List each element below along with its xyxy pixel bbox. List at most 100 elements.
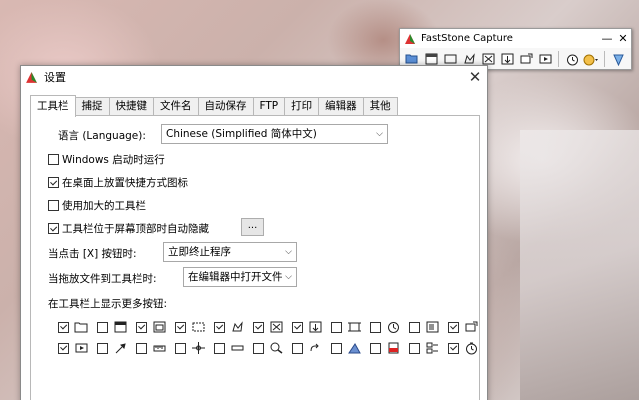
dialog-close-button[interactable]: ✕	[463, 68, 487, 86]
dialog-titlebar[interactable]: 设置 ✕	[21, 66, 487, 88]
list-item[interactable]	[97, 340, 136, 356]
tab-ftp[interactable]: FTP	[252, 97, 286, 116]
checkbox[interactable]	[292, 321, 303, 333]
tab-other[interactable]: 其他	[362, 97, 398, 116]
checkbox[interactable]	[48, 223, 59, 234]
timer-icon[interactable]	[564, 51, 580, 67]
checkbox[interactable]	[214, 321, 225, 333]
list-item[interactable]	[214, 319, 253, 335]
checkbox[interactable]	[175, 342, 186, 354]
checkbox[interactable]	[331, 342, 342, 354]
option-row[interactable]: 工具栏位于屏幕顶部时自动隐藏	[48, 221, 209, 236]
checkbox[interactable]	[214, 342, 225, 354]
list-item[interactable]	[136, 340, 175, 356]
color-picker-icon	[112, 341, 128, 355]
drag-drop-label: 当拖放文件到工具栏时:	[48, 273, 157, 285]
more-buttons-label: 在工具栏上显示更多按钮:	[48, 298, 168, 310]
settings-icon[interactable]	[610, 51, 626, 67]
click-x-select[interactable]: 立即终止程序 ⌵	[163, 242, 297, 262]
checkbox[interactable]	[58, 321, 69, 333]
checkbox[interactable]	[58, 342, 69, 354]
language-select[interactable]: Chinese (Simplified 简体中文) ⌵	[161, 124, 388, 144]
list-item[interactable]	[292, 340, 331, 356]
checkbox[interactable]	[136, 321, 147, 333]
checkbox[interactable]	[292, 342, 303, 354]
autohide-options-button[interactable]: ...	[241, 218, 264, 236]
checkbox[interactable]	[48, 154, 59, 165]
dialog-title: 设置	[44, 71, 66, 84]
list-item[interactable]	[331, 340, 370, 356]
language-label: 语言 (Language):	[58, 130, 146, 142]
click-x-label: 当点击 [X] 按钮时:	[48, 248, 137, 260]
checkbox[interactable]	[331, 321, 342, 333]
tab-hotkeys[interactable]: 快捷键	[108, 97, 154, 116]
chevron-down-icon: ⌵	[285, 272, 292, 282]
toolbar-titlebar[interactable]: FastStone Capture — ✕	[400, 29, 631, 48]
list-item[interactable]	[97, 319, 136, 335]
drag-drop-select[interactable]: 在编辑器中打开文件 ⌵	[183, 267, 297, 287]
list-item[interactable]	[253, 340, 292, 356]
checkbox[interactable]	[253, 342, 264, 354]
option-label: 使用加大的工具栏	[62, 200, 146, 212]
tab-autosave[interactable]: 自动保存	[197, 97, 254, 116]
click-x-row: 当点击 [X] 按钮时:	[48, 246, 137, 261]
option-row[interactable]: 在桌面上放置快捷方式图标	[48, 175, 188, 190]
list-item[interactable]	[58, 319, 97, 335]
list-item[interactable]	[58, 340, 97, 356]
list-item[interactable]	[331, 319, 370, 335]
faststone-logo-icon	[26, 71, 37, 83]
list-item[interactable]	[175, 319, 214, 335]
fixed-region-icon	[346, 320, 362, 334]
capture-video-icon[interactable]	[537, 51, 553, 67]
option-label: Windows 启动时运行	[62, 154, 165, 166]
list-item[interactable]	[448, 319, 487, 335]
tab-bar: 工具栏 捕捉 快捷键 文件名 自动保存 FTP 打印 编辑器 其他	[30, 95, 398, 117]
checkbox[interactable]	[253, 321, 264, 333]
clock-icon	[385, 320, 401, 334]
window-icon	[112, 320, 128, 334]
checkbox[interactable]	[370, 321, 381, 333]
list-item[interactable]	[409, 340, 448, 356]
object-icon	[151, 320, 167, 334]
tab-filename[interactable]: 文件名	[153, 97, 199, 116]
close-button[interactable]: ✕	[615, 32, 631, 45]
checkbox[interactable]	[48, 177, 59, 188]
chevron-down-icon: ⌵	[376, 129, 383, 139]
list-item[interactable]	[253, 319, 292, 335]
option-row[interactable]: Windows 启动时运行	[48, 152, 165, 167]
checkbox[interactable]	[448, 342, 459, 354]
tab-editor[interactable]: 编辑器	[318, 97, 364, 116]
checkbox[interactable]	[97, 342, 108, 354]
language-select-value: Chinese (Simplified 简体中文)	[166, 128, 317, 140]
checkbox[interactable]	[448, 321, 459, 333]
scroll-icon	[307, 320, 323, 334]
screen-pen-icon	[229, 341, 245, 355]
output-icon[interactable]	[583, 51, 599, 67]
list-item[interactable]	[370, 340, 409, 356]
drag-drop-row: 当拖放文件到工具栏时:	[48, 271, 157, 286]
list-item[interactable]	[214, 340, 253, 356]
checkbox[interactable]	[175, 321, 186, 333]
option-row[interactable]: 使用加大的工具栏	[48, 198, 146, 213]
tab-capture[interactable]: 捕捉	[74, 97, 110, 116]
tab-print[interactable]: 打印	[284, 97, 320, 116]
list-item[interactable]	[409, 319, 448, 335]
capture-fixed-icon[interactable]	[518, 51, 534, 67]
freehand-icon	[229, 320, 245, 334]
minimize-button[interactable]: —	[599, 32, 615, 45]
list-item[interactable]	[136, 319, 175, 335]
list-item[interactable]	[175, 340, 214, 356]
toolbar-separator	[558, 51, 559, 67]
crosshair-icon	[190, 341, 206, 355]
list-item[interactable]	[448, 340, 487, 356]
list-item[interactable]	[370, 319, 409, 335]
checkbox[interactable]	[409, 321, 420, 333]
checkbox[interactable]	[370, 342, 381, 354]
checkbox[interactable]	[409, 342, 420, 354]
tab-toolbar[interactable]: 工具栏	[30, 95, 76, 117]
capture-scroll-icon[interactable]	[499, 51, 515, 67]
checkbox[interactable]	[136, 342, 147, 354]
checkbox[interactable]	[48, 200, 59, 211]
checkbox[interactable]	[97, 321, 108, 333]
list-item[interactable]	[292, 319, 331, 335]
